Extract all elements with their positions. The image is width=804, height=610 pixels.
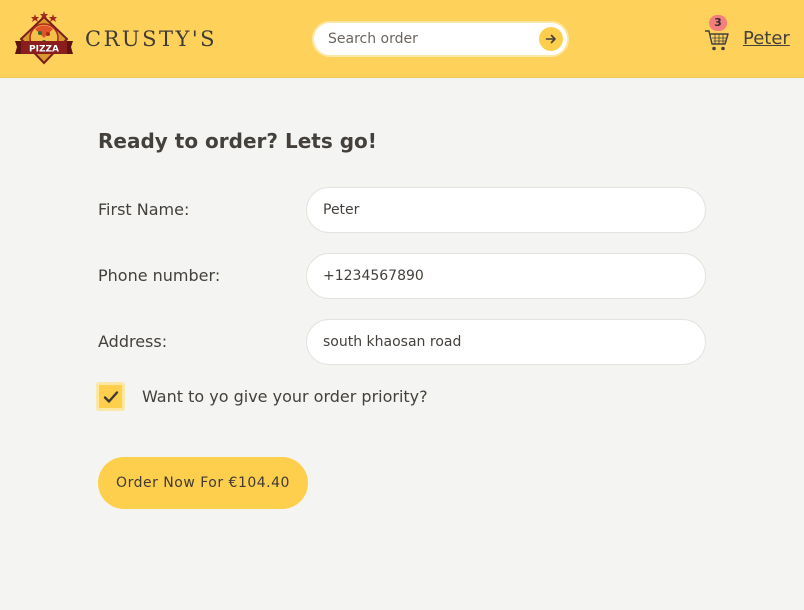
search-input[interactable]: [328, 23, 528, 55]
cart-count-badge: 3: [709, 15, 727, 31]
search-bar: [312, 21, 569, 57]
search-submit-button[interactable]: [539, 27, 563, 51]
priority-checkbox[interactable]: [96, 382, 125, 411]
page-title: Ready to order? Lets go!: [98, 129, 377, 153]
arrow-right-icon: [545, 34, 556, 44]
logo-text: PIZZA: [29, 45, 59, 55]
address-label: Address:: [98, 332, 168, 351]
cart-icon: [705, 30, 729, 51]
app-header: PIZZA CRUSTY'S 3 Peter: [0, 0, 804, 78]
address-field[interactable]: [306, 319, 706, 365]
pizza-logo[interactable]: PIZZA: [15, 11, 73, 67]
priority-label: Want to yo give your order priority?: [142, 387, 428, 406]
first-name-field[interactable]: [306, 187, 706, 233]
order-now-button[interactable]: Order Now For €104.40: [98, 457, 308, 509]
cart-button[interactable]: [704, 28, 730, 52]
first-name-label: First Name:: [98, 200, 190, 219]
checkmark-icon: [103, 390, 118, 403]
user-profile-link[interactable]: Peter: [743, 28, 790, 50]
phone-label: Phone number:: [98, 266, 221, 285]
brand-name[interactable]: CRUSTY'S: [85, 25, 217, 53]
phone-field[interactable]: [306, 253, 706, 299]
